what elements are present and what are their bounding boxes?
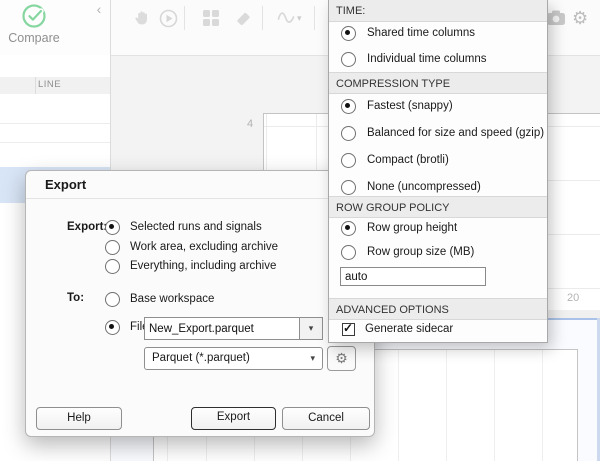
radio-icon[interactable]	[341, 152, 356, 168]
radio-label: Work area, excluding archive	[130, 241, 279, 253]
radio-label: Fastest (snappy)	[367, 100, 453, 112]
radio-label: None (uncompressed)	[367, 181, 481, 193]
compare-button[interactable]: Compare	[2, 2, 66, 52]
to-group-label: To:	[67, 292, 85, 304]
radio-icon[interactable]	[105, 219, 120, 235]
radio-label: Compact (brotli)	[367, 154, 449, 166]
replay-icon[interactable]	[159, 9, 179, 29]
row-group-value-input[interactable]	[340, 267, 486, 286]
checkbox-label: Generate sidecar	[365, 323, 454, 335]
radio-base-workspace[interactable]: Base workspace	[105, 291, 214, 307]
row-divider	[0, 142, 110, 143]
radio-work-area[interactable]: Work area, excluding archive	[105, 239, 278, 255]
radio-icon[interactable]	[105, 258, 120, 274]
eraser-icon[interactable]	[234, 9, 254, 29]
radio-row-group-height[interactable]: Row group height	[341, 220, 457, 236]
checkbox-icon[interactable]: ✓	[342, 320, 355, 336]
section-header-time: TIME:	[329, 0, 547, 22]
format-settings-button[interactable]: ⚙	[327, 346, 356, 371]
radio-icon[interactable]	[341, 220, 356, 236]
select-dropdown-icon: ▾	[310, 353, 315, 363]
radio-everything[interactable]: Everything, including archive	[105, 258, 276, 274]
radio-icon[interactable]	[105, 319, 120, 335]
filename-combobox[interactable]: ▾	[144, 317, 323, 340]
collapse-chevron-icon[interactable]: ‹	[91, 1, 107, 17]
dialog-titlebar[interactable]: Export	[26, 171, 374, 199]
column-divider	[35, 77, 36, 94]
signal-row[interactable]	[0, 94, 110, 211]
help-button[interactable]: Help	[36, 407, 122, 430]
format-select[interactable]: Parquet (*.parquet) ▾	[144, 347, 323, 370]
section-header-advanced: ADVANCED OPTIONS	[329, 298, 547, 320]
radio-balanced-gzip[interactable]: Balanced for size and speed (gzip)	[341, 125, 544, 141]
dialog-title: Export	[45, 177, 87, 192]
radio-icon[interactable]	[105, 291, 120, 307]
radio-label: Balanced for size and speed (gzip)	[367, 127, 545, 139]
filename-input[interactable]	[145, 318, 299, 339]
export-dialog: Export Export: Selected runs and signals…	[25, 170, 375, 437]
export-button[interactable]: Export	[191, 407, 276, 430]
compare-label: Compare	[8, 31, 60, 45]
app-window: 4 2 15 20	[0, 0, 600, 461]
layout-grid-icon[interactable]	[203, 10, 223, 30]
radio-label: Row group height	[367, 222, 458, 234]
cancel-button[interactable]: Cancel	[282, 407, 370, 430]
radio-icon[interactable]	[341, 51, 356, 67]
toolbar-separator	[184, 6, 185, 30]
toolbar-separator	[314, 6, 315, 30]
format-select-value: Parquet (*.parquet)	[152, 352, 250, 364]
settings-gear-icon[interactable]: ⚙	[572, 9, 588, 27]
radio-label: Selected runs and signals	[130, 221, 262, 233]
chevron-down-icon[interactable]: ▾	[297, 13, 302, 24]
radio-label: Base workspace	[130, 293, 215, 305]
x-tick-20: 20	[567, 292, 580, 304]
radio-individual-time[interactable]: Individual time columns	[341, 51, 487, 67]
radio-icon[interactable]	[341, 125, 356, 141]
check-icon: ✓	[343, 320, 354, 335]
gear-icon: ⚙	[335, 350, 348, 366]
radio-icon[interactable]	[341, 25, 356, 41]
radio-label: Individual time columns	[367, 53, 487, 65]
radio-row-group-size[interactable]: Row group size (MB)	[341, 244, 474, 260]
combobox-dropdown-icon[interactable]: ▾	[299, 318, 322, 339]
radio-icon[interactable]	[341, 98, 356, 114]
y-tick-4: 4	[247, 118, 254, 130]
radio-icon[interactable]	[341, 179, 356, 195]
radio-label: Shared time columns	[367, 27, 476, 39]
radio-file[interactable]: File	[105, 319, 149, 335]
section-header-row-group: ROW GROUP POLICY	[329, 196, 547, 218]
section-header-compression: COMPRESSION TYPE	[329, 72, 547, 94]
snapshot-camera-icon[interactable]	[546, 10, 566, 30]
radio-label: Everything, including archive	[130, 260, 277, 272]
radio-icon[interactable]	[341, 244, 356, 260]
sidebar-blank-row	[0, 55, 110, 78]
radio-compact-brotli[interactable]: Compact (brotli)	[341, 152, 449, 168]
radio-fastest-snappy[interactable]: Fastest (snappy)	[341, 98, 453, 114]
line-column-header: LINE	[38, 79, 62, 90]
pan-hand-icon[interactable]	[133, 9, 153, 29]
compare-check-icon	[22, 4, 46, 28]
radio-label: Row group size (MB)	[367, 246, 475, 258]
radio-icon[interactable]	[105, 239, 120, 255]
parquet-settings-panel: TIME: Shared time columns Individual tim…	[328, 0, 548, 343]
generate-sidecar-checkbox-row[interactable]: ✓ Generate sidecar	[342, 321, 453, 337]
radio-none-uncompressed[interactable]: None (uncompressed)	[341, 179, 481, 195]
sidebar-toolstrip: Compare ‹	[0, 0, 110, 56]
radio-selected-runs[interactable]: Selected runs and signals	[105, 219, 262, 235]
export-group-label: Export:	[67, 221, 108, 233]
toolbar-separator	[262, 6, 263, 30]
signal-wave-icon[interactable]	[277, 9, 297, 29]
radio-shared-time[interactable]: Shared time columns	[341, 25, 475, 41]
